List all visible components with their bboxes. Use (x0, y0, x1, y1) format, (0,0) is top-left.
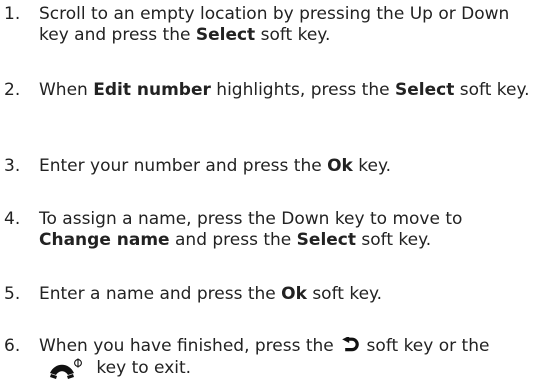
end-power-key-icon (47, 357, 85, 381)
select-key-label: Select (395, 80, 455, 100)
step-1: 1. Scroll to an empty location by pressi… (0, 4, 536, 46)
ok-key-label: Ok (281, 284, 307, 304)
step-text: Enter a name and press the Ok soft key. (39, 284, 383, 304)
step-text: Scroll to an empty location by pressing … (39, 4, 510, 45)
step-2: 2. When Edit number highlights, press th… (0, 80, 536, 101)
edit-number-label: Edit number (93, 80, 211, 100)
step-3: 3. Enter your number and press the Ok ke… (0, 156, 536, 177)
step-number: 2. (4, 80, 21, 100)
step-text: When Edit number highlights, press the S… (39, 80, 530, 100)
select-key-label: Select (296, 230, 357, 250)
ok-key-label: Ok (327, 156, 353, 176)
change-name-label: Change name (39, 230, 170, 250)
step-number: 6. (4, 336, 21, 356)
back-arrow-icon (341, 335, 359, 354)
step-text: Enter your number and press the Ok key. (39, 156, 392, 176)
select-key-label: Select (195, 25, 256, 45)
step-4: 4. To assign a name, press the Down key … (0, 209, 536, 251)
step-6: 6. When you have finished, press the sof… (0, 335, 536, 381)
step-number: 5. (4, 284, 21, 304)
step-text: When you have finished, press the soft k… (39, 335, 533, 381)
step-5: 5. Enter a name and press the Ok soft ke… (0, 284, 536, 305)
step-number: 4. (4, 209, 21, 229)
step-number: 3. (4, 156, 21, 176)
step-number: 1. (4, 4, 21, 24)
step-text: To assign a name, press the Down key to … (39, 209, 463, 250)
